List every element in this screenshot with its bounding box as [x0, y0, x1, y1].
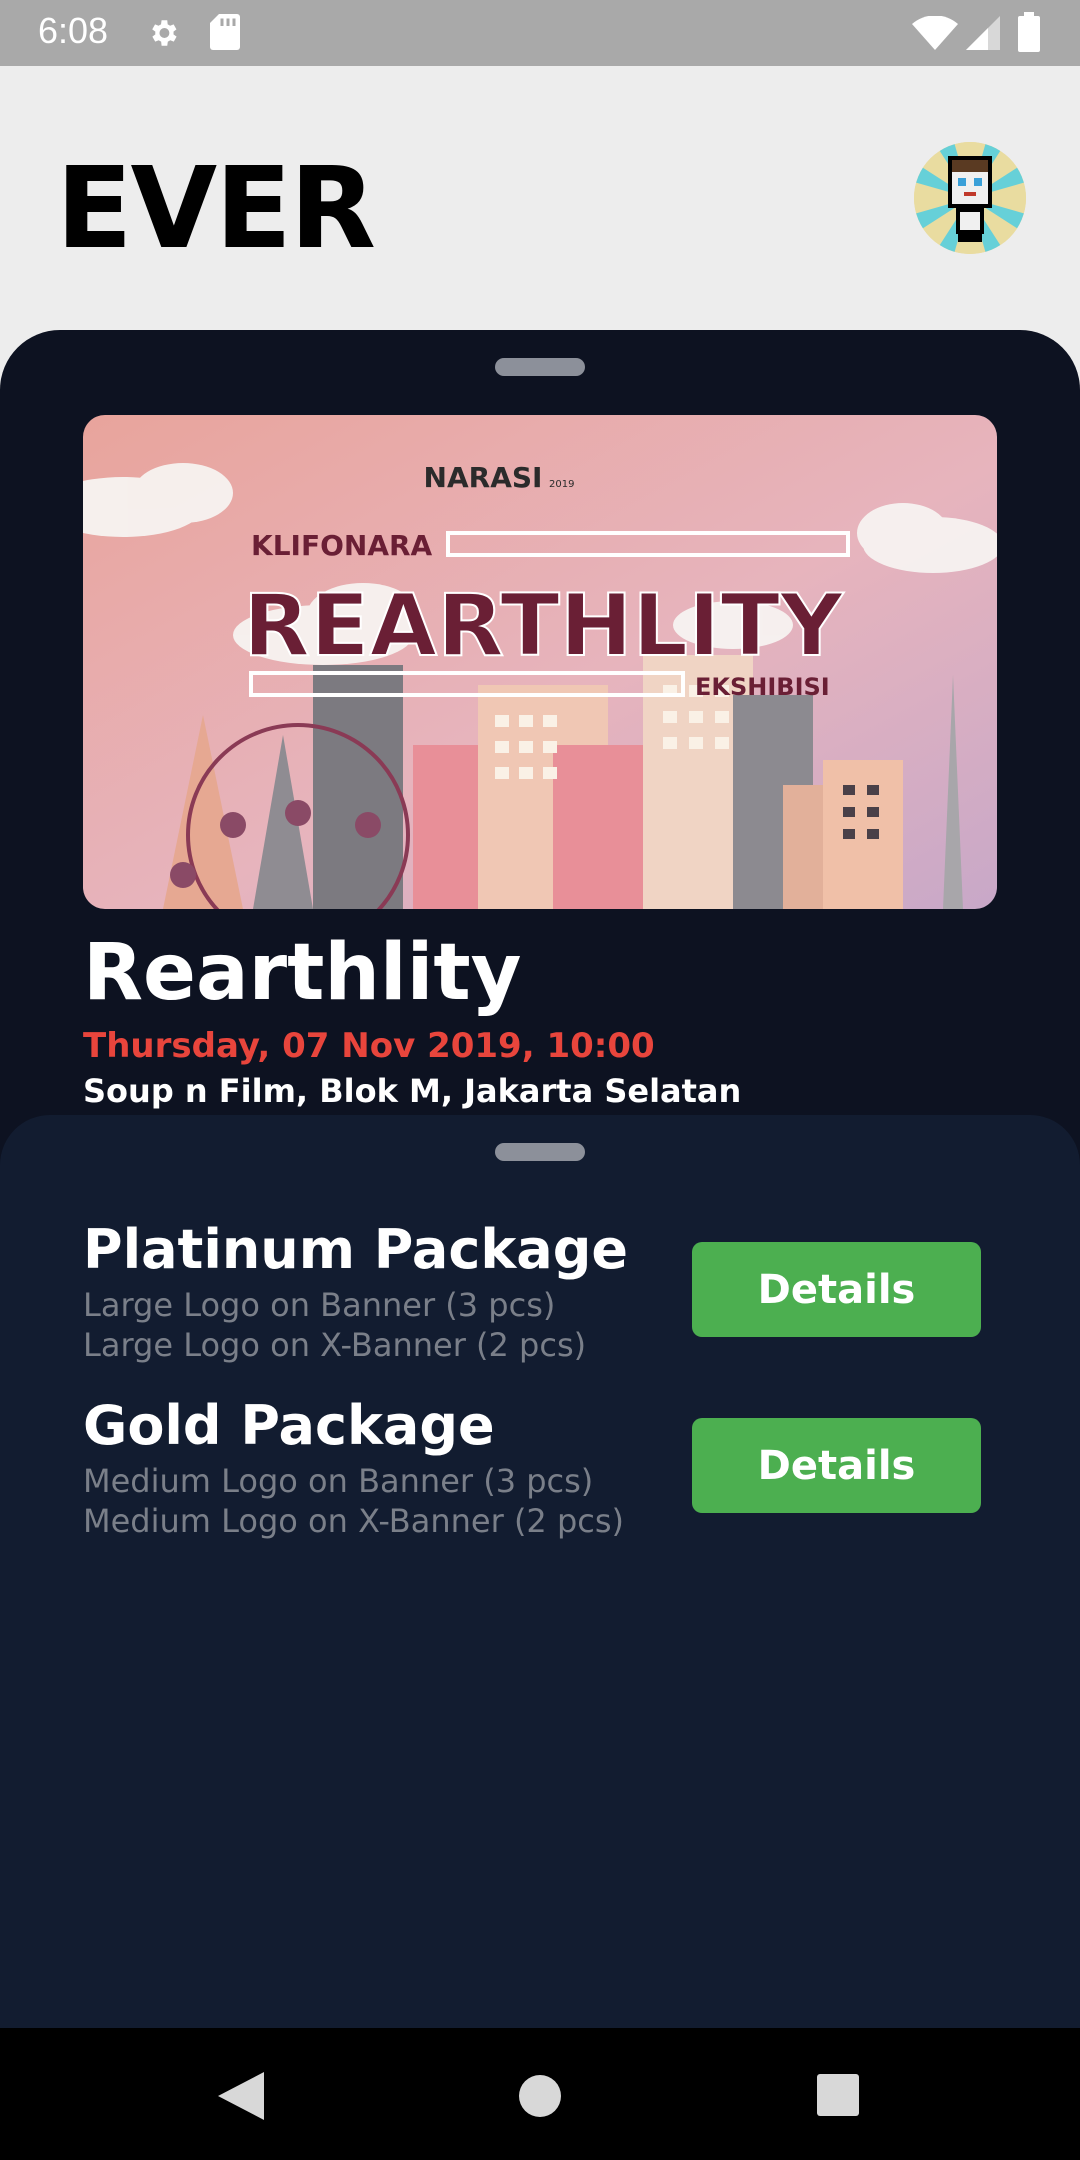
home-icon[interactable]: [519, 2075, 561, 2117]
wifi-icon: [912, 16, 958, 50]
status-bar: 6:08: [0, 0, 1080, 66]
settings-gear-icon: [152, 20, 177, 46]
signal-icon: [966, 16, 1000, 50]
package-name: Gold Package: [83, 1394, 495, 1457]
package-benefit: Large Logo on Banner (3 pcs): [83, 1286, 556, 1324]
poster-brand: NARASI: [424, 461, 543, 494]
app-title: EVER: [56, 144, 376, 274]
sd-card-icon: [210, 14, 240, 50]
event-sheet-drag-handle[interactable]: [495, 358, 585, 376]
package-benefit: Medium Logo on X-Banner (2 pcs): [83, 1502, 625, 1540]
user-avatar[interactable]: [914, 142, 1026, 254]
battery-icon: [1018, 12, 1040, 52]
gold-details-button[interactable]: Details: [692, 1418, 981, 1513]
platinum-details-button[interactable]: Details: [692, 1242, 981, 1337]
event-poster: NARASI 2019 KLIFONARA REARTHLITY EKSHIBI…: [83, 415, 997, 909]
event-banner-image[interactable]: NARASI 2019 KLIFONARA REARTHLITY EKSHIBI…: [83, 415, 997, 909]
back-icon[interactable]: [218, 2072, 264, 2120]
poster-headline: REARTHLITY: [243, 576, 845, 676]
package-name: Platinum Package: [83, 1218, 629, 1281]
event-title: Rearthlity: [83, 928, 522, 1018]
status-time: 6:08: [38, 10, 109, 51]
event-date: Thursday, 07 Nov 2019, 10:00: [83, 1026, 655, 1066]
app-header: EVER: [0, 66, 1080, 330]
packages-sheet-drag-handle[interactable]: [495, 1143, 585, 1161]
event-venue: Soup n Film, Blok M, Jakarta Selatan: [83, 1072, 742, 1110]
system-nav-bar: [0, 2028, 1080, 2160]
poster-post-title: EKSHIBISI: [695, 673, 830, 701]
poster-brand-sub: 2019: [549, 479, 574, 490]
recent-apps-icon[interactable]: [817, 2074, 859, 2116]
avatar-image: [914, 142, 1026, 254]
package-benefit: Medium Logo on Banner (3 pcs): [83, 1462, 594, 1500]
poster-pre-title: KLIFONARA: [251, 529, 433, 562]
package-benefit: Large Logo on X-Banner (2 pcs): [83, 1326, 587, 1364]
